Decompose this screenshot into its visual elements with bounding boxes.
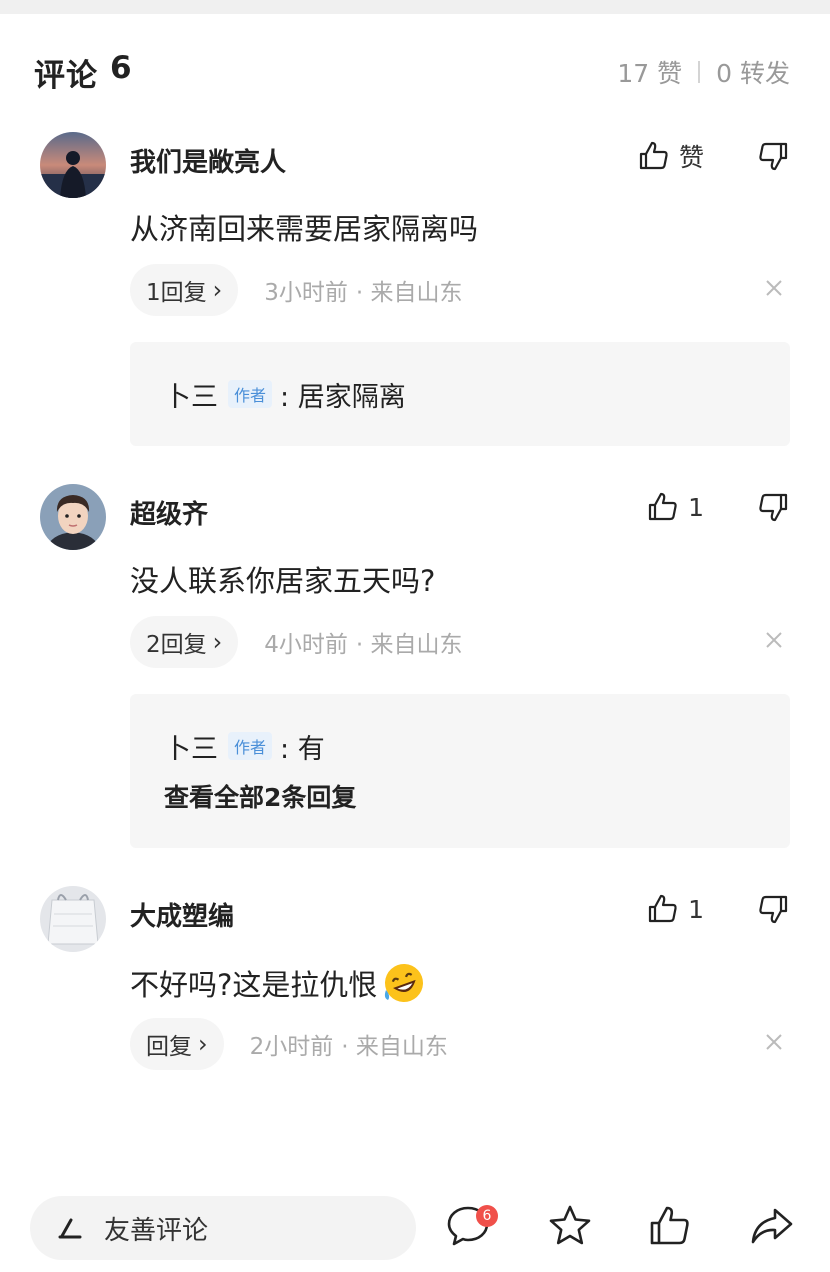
like-button[interactable]: 赞 bbox=[637, 138, 704, 174]
reply-text: : 居家隔离 bbox=[280, 381, 406, 413]
comments-header: 评论 6 17 赞 0 转发 bbox=[34, 48, 790, 96]
comments-title: 评论 6 bbox=[34, 49, 133, 94]
avatar[interactable] bbox=[40, 886, 106, 952]
author-badge: 作者 bbox=[228, 732, 273, 760]
comment-meta: 2回复 › 4小时前 · 来自山东 bbox=[130, 616, 790, 668]
comment-item: 我们是敞亮人 赞 从济南回来需要居家隔离吗 1回复 › 3小时前 · 来自山东 … bbox=[40, 132, 790, 452]
comment-item: 超级齐 1 没人联系你居家五天吗? 2回复 › 4小时前 · 来自山东 卜三 作… bbox=[40, 484, 790, 854]
dislike-button[interactable] bbox=[756, 490, 790, 524]
thumbs-down-icon bbox=[759, 493, 788, 522]
close-icon[interactable] bbox=[762, 628, 786, 652]
comment-text: 从济南回来需要居家隔离吗 bbox=[130, 212, 479, 246]
pencil-icon bbox=[58, 1218, 82, 1239]
see-all-replies-link[interactable]: 查看全部2条回复 bbox=[164, 772, 756, 820]
comment-meta: 回复 › 2小时前 · 来自山东 bbox=[130, 1018, 790, 1070]
rolling-on-floor-laughing-emoji-icon bbox=[381, 960, 427, 1006]
top-divider bbox=[0, 0, 830, 14]
thumbs-up-icon bbox=[648, 894, 677, 923]
commenter-name[interactable]: 大成塑编 bbox=[130, 896, 234, 933]
reply-item: 卜三 作者 : 有 bbox=[164, 720, 756, 772]
star-icon[interactable] bbox=[546, 1202, 594, 1250]
dislike-button[interactable] bbox=[756, 139, 790, 173]
comment-meta: 1回复 › 3小时前 · 来自山东 bbox=[130, 264, 790, 316]
comment-text: 不好吗?这是拉仇恨 bbox=[130, 960, 427, 1006]
bottom-action-bar: 友善评论 bbox=[0, 1188, 830, 1272]
avatar[interactable] bbox=[40, 484, 106, 550]
comment-actions: 赞 bbox=[637, 138, 790, 174]
like-button[interactable]: 1 bbox=[646, 490, 704, 524]
comment-actions: 1 bbox=[646, 490, 790, 524]
stats-divider bbox=[698, 61, 701, 83]
commenter-name[interactable]: 超级齐 bbox=[130, 494, 208, 531]
reply-item: 卜三 作者 : 居家隔离 bbox=[164, 368, 756, 420]
reply-author[interactable]: 卜三 bbox=[164, 375, 218, 414]
like-button[interactable]: 1 bbox=[646, 892, 704, 926]
avatar-sunset-silhouette bbox=[40, 132, 106, 198]
avatar-woven-bag bbox=[40, 886, 106, 952]
reply-preview[interactable]: 卜三 作者 : 有 查看全部2条回复 bbox=[130, 694, 790, 848]
chevron-right-icon: › bbox=[212, 276, 223, 304]
reply-count-button[interactable]: 1回复 › bbox=[130, 264, 239, 316]
comment-actions: 1 bbox=[646, 892, 790, 926]
chevron-right-icon: › bbox=[212, 628, 223, 656]
comment-timestamp: 2小时前 · 来自山东 bbox=[249, 1034, 448, 1060]
comment-input[interactable]: 友善评论 bbox=[30, 1196, 416, 1260]
comment-timestamp: 3小时前 · 来自山东 bbox=[264, 280, 463, 306]
reply-button[interactable]: 回复 › bbox=[130, 1018, 224, 1070]
comments-count: 6 bbox=[110, 49, 133, 86]
comment-item: 大成塑编 1 不好吗?这是拉仇恨 回复 › 2小时前 · 来自山东 bbox=[40, 886, 790, 1086]
avatar[interactable] bbox=[40, 132, 106, 198]
thumbs-up-icon bbox=[639, 141, 668, 170]
reply-preview[interactable]: 卜三 作者 : 居家隔离 bbox=[130, 342, 790, 446]
shares-count[interactable]: 0 转发 bbox=[716, 54, 790, 90]
avatar-cartoon-boy bbox=[40, 484, 106, 550]
likes-count[interactable]: 17 赞 bbox=[617, 54, 682, 90]
reply-text: : 有 bbox=[280, 733, 325, 765]
post-stats: 17 赞 0 转发 bbox=[617, 54, 790, 90]
comment-count-badge: 6 bbox=[476, 1205, 498, 1227]
comment-timestamp: 4小时前 · 来自山东 bbox=[264, 632, 463, 658]
thumbs-down-icon bbox=[759, 142, 788, 171]
close-icon[interactable] bbox=[762, 276, 786, 300]
comment-text: 没人联系你居家五天吗? bbox=[130, 564, 436, 598]
reply-count-button[interactable]: 2回复 › bbox=[130, 616, 239, 668]
thumbs-up-icon[interactable] bbox=[646, 1202, 694, 1250]
dislike-button[interactable] bbox=[756, 892, 790, 926]
reply-author[interactable]: 卜三 bbox=[164, 727, 218, 766]
chevron-right-icon: › bbox=[198, 1030, 208, 1058]
close-icon[interactable] bbox=[762, 1030, 786, 1054]
thumbs-up-icon bbox=[648, 492, 677, 521]
share-icon[interactable] bbox=[748, 1202, 796, 1250]
commenter-name[interactable]: 我们是敞亮人 bbox=[130, 142, 286, 179]
author-badge: 作者 bbox=[228, 380, 273, 408]
thumbs-down-icon bbox=[759, 895, 788, 924]
